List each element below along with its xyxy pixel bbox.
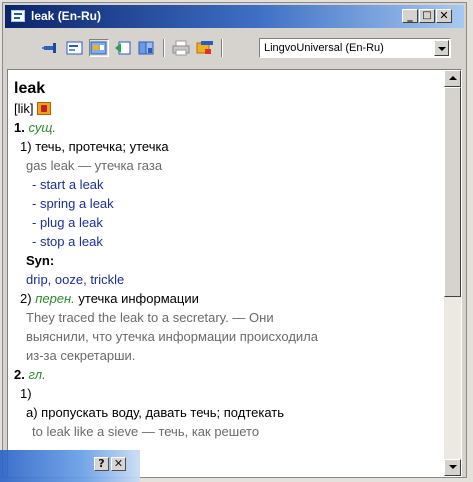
back-icon[interactable] <box>113 39 133 57</box>
dictionary-window: leak (En-Ru) _ □ ✕ LingvoUniversal (En-R… <box>2 2 467 478</box>
example: to leak like a sieve — течь, как решето <box>32 424 260 439</box>
subsense-number: 1) <box>20 386 32 401</box>
sense-number: 2. <box>14 367 25 382</box>
synonyms-list[interactable]: drip, ooze, trickle <box>14 270 440 289</box>
dictionary-select[interactable]: LingvoUniversal (En-Ru) <box>259 38 451 58</box>
example: выяснили, что утечка информации происход… <box>26 329 318 344</box>
translation: течь, протечка; утечка <box>35 139 169 154</box>
popup-close-button[interactable]: ✕ <box>111 457 126 471</box>
subsense: 1) течь, протечка; утечка <box>14 137 440 156</box>
sound-icon[interactable] <box>36 102 51 115</box>
sense-header: 1. сущ. <box>14 118 440 137</box>
transcription-line: [lik] <box>14 99 440 118</box>
help-button[interactable]: ? <box>94 457 109 471</box>
highlighter-icon[interactable] <box>195 39 215 57</box>
chevron-down-icon[interactable] <box>434 40 449 56</box>
subsense-number: 1) <box>20 139 32 154</box>
phrase-link[interactable]: - stop a leak <box>14 232 440 251</box>
example: gas leak — утечка газа <box>26 158 163 173</box>
scroll-up-button[interactable] <box>444 70 461 87</box>
window-title: leak (En-Ru) <box>31 9 102 23</box>
pin-icon[interactable] <box>41 39 61 57</box>
example: They traced the leak to a secretary. — О… <box>26 310 274 325</box>
part-of-speech: гл. <box>28 367 46 382</box>
minimize-button[interactable]: _ <box>402 9 418 23</box>
part-of-speech: сущ. <box>28 120 56 135</box>
sense-header: 2. гл. <box>14 365 440 384</box>
dictionary-select-value: LingvoUniversal (En-Ru) <box>264 42 384 54</box>
translation: утечка информации <box>78 291 199 306</box>
transcription: [lik] <box>14 101 34 116</box>
synonyms-label: Syn: <box>26 253 55 268</box>
close-button[interactable]: ✕ <box>436 9 452 23</box>
sense-number: 1. <box>14 120 25 135</box>
phrase-link[interactable]: - plug a leak <box>14 213 440 232</box>
vertical-scrollbar[interactable] <box>444 70 461 476</box>
translation: а) пропускать воду, давать течь; подтека… <box>26 405 285 420</box>
toolbar-separator <box>163 39 165 57</box>
dictionary-entry: leak [lik] 1. сущ. 1) течь, протечка; ут… <box>14 78 440 441</box>
subsense: 2) перен. утечка информации <box>14 289 440 308</box>
subsense-number: 2) <box>20 291 32 306</box>
phrase-link[interactable]: - start a leak <box>14 175 440 194</box>
popup-title-bar[interactable]: ? ✕ <box>0 450 140 482</box>
example: из-за секретарши. <box>26 348 136 363</box>
toolbar: LingvoUniversal (En-Ru) <box>5 29 464 67</box>
usage-label: перен. <box>35 291 75 306</box>
scroll-down-button[interactable] <box>444 459 461 476</box>
scroll-thumb[interactable] <box>444 87 461 297</box>
app-icon <box>11 10 25 22</box>
print-icon[interactable] <box>171 39 191 57</box>
title-bar[interactable]: leak (En-Ru) _ □ ✕ <box>5 5 464 28</box>
phrase-link[interactable]: - spring a leak <box>14 194 440 213</box>
toolbar-separator <box>221 39 223 57</box>
dictionaries-icon[interactable] <box>137 39 157 57</box>
view-icon[interactable] <box>89 39 109 57</box>
maximize-button[interactable]: □ <box>419 9 435 23</box>
article-pane[interactable]: leak [lik] 1. сущ. 1) течь, протечка; ут… <box>7 69 462 477</box>
card-icon[interactable] <box>65 39 85 57</box>
headword: leak <box>14 80 46 97</box>
